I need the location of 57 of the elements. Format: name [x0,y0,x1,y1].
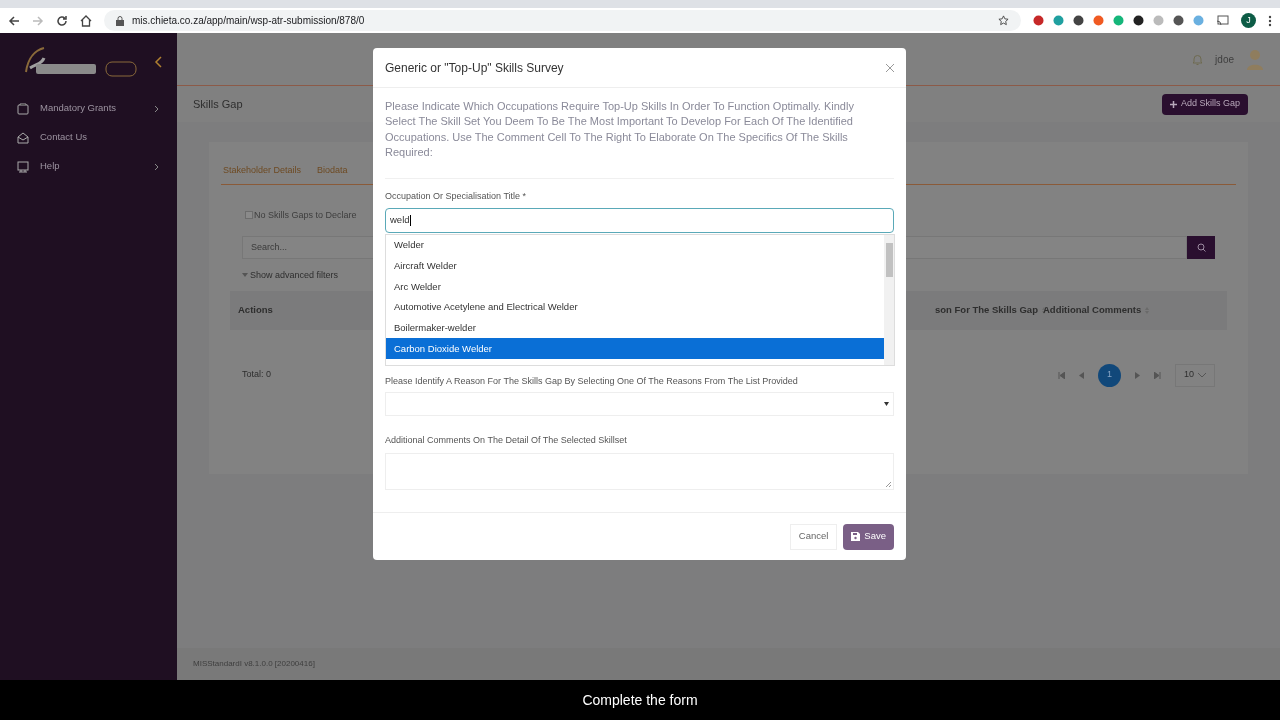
dialog-title: Generic or "Top-Up" Skills Survey [385,59,564,77]
first-page-icon[interactable] [1058,371,1065,379]
previous-page-icon[interactable] [1079,371,1084,379]
search-button[interactable] [1187,236,1215,259]
save-button[interactable]: Save [843,523,894,550]
caret-icon [884,402,889,407]
forward-icon[interactable] [32,14,44,27]
dropdown-option[interactable]: Boilermaker-welder [386,317,884,339]
sidebar-item-icon [17,160,29,173]
occupation-input[interactable]: weld [385,207,894,233]
next-page-icon[interactable] [1135,371,1140,379]
caret-icon [242,273,248,279]
home-icon[interactable] [80,14,92,27]
back-icon[interactable] [8,14,20,27]
sidebar-item[interactable]: Mandatory Grants [0,94,177,123]
extension-icon[interactable] [1073,15,1084,26]
scrollbar[interactable] [884,235,894,365]
dropdown-option[interactable]: Arc Welder [386,276,884,298]
plus-icon [1169,100,1177,108]
page-size-select[interactable]: 10 [1175,363,1215,387]
chevron-down-icon [1198,372,1206,378]
checkbox[interactable] [245,211,253,220]
sidebar-item[interactable]: Contact Us [0,123,177,152]
menu-icon[interactable] [1268,14,1272,27]
instructions: Please Indicate Which Occupations Require Top-Up Skills In Order To Function Optimally. Kindly Select The Skill Set You Deem To Be The Most Important To Develop For Each Of The Identified Occupations. Use The Comment Cell To The Right To Elaborate On The Specifics Of The Skills Required: [385,99,855,160]
advanced-filters-link[interactable]: Show advanced filters [250,269,339,283]
cancel-button[interactable]: Cancel [789,523,838,550]
sidebar-item-icon [17,102,29,115]
collapse-icon[interactable] [154,55,162,68]
star-icon[interactable] [998,15,1009,26]
search-icon [1196,243,1206,252]
total-count: Total: 0 [242,368,272,382]
extension-icon[interactable] [1173,15,1184,26]
lock-icon [116,15,124,26]
dropdown-option[interactable]: Aircraft Welder [386,255,884,277]
column-header[interactable]: Additional Comments [1043,302,1142,318]
field-label: Occupation Or Specialisation Title * [385,190,528,204]
caption: Complete the form [582,690,698,710]
column-header[interactable]: Actions [238,302,273,318]
last-page-icon[interactable] [1154,371,1161,379]
cast-icon[interactable] [1216,15,1229,26]
add-skills-gap-button[interactable]: Add Skills Gap [1161,93,1248,115]
dropdown-option[interactable]: Automotive Acetylene and Electrical Welder [386,297,884,318]
page-title: Skills Gap [193,96,243,112]
field-label: Please Identify A Reason For The Skills Gap By Selecting One Of The Reasons From The List Provided [385,374,799,388]
dropdown-option[interactable]: Welder [386,235,884,256]
sidebar-item-icon [17,131,29,144]
reload-icon[interactable] [56,14,68,27]
resize-handle-icon[interactable] [886,481,891,487]
profile-avatar[interactable]: J [1241,13,1256,28]
field-label: Additional Comments On The Detail Of The Selected Skillset [385,434,628,448]
current-page[interactable]: 1 [1098,363,1121,387]
checkbox-label: No Skills Gaps to Declare [254,208,357,222]
sidebar-item[interactable]: Help [0,152,177,181]
close-icon[interactable] [886,63,894,72]
extension-icon[interactable] [1133,15,1144,26]
dropdown-option[interactable]: Carbon Dioxide Welder [386,338,884,360]
